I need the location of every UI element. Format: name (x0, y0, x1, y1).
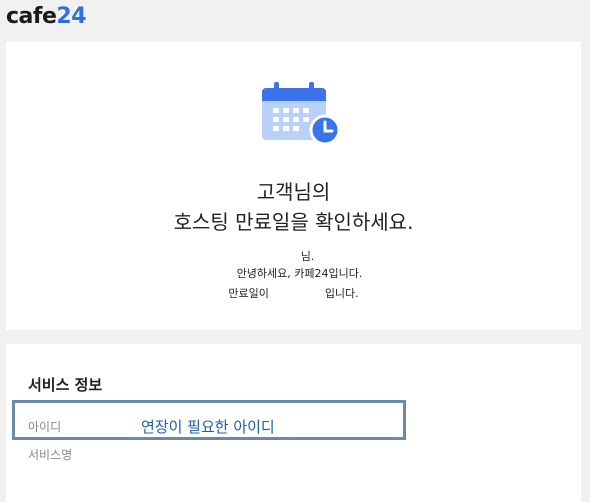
expiry-prefix: 만료일이 (228, 287, 269, 300)
cafe24-logo: cafe24 (6, 4, 87, 29)
greeting-name: 님. (300, 250, 315, 263)
greeting-text: 안녕하세요, 카페24입니다. (236, 267, 363, 280)
field-label-service: 서비스명 (28, 448, 73, 462)
annotation-label: 연장이 필요한 아이디 (141, 418, 275, 436)
expiry-suffix: 입니다. (324, 287, 359, 300)
expiry-text: 만료일이 입니다. (6, 285, 581, 302)
expiry-notice-card: 고객님의 호스팅 만료일을 확인하세요. 님. 안녕하세요, 카페24입니다. … (6, 42, 581, 330)
headline-line2: 호스팅 만료일을 확인하세요. (173, 210, 414, 234)
headline-line1: 고객님의 (256, 180, 331, 204)
calendar-clock-icon (262, 82, 341, 146)
service-info-title: 서비스 정보 (28, 376, 103, 394)
